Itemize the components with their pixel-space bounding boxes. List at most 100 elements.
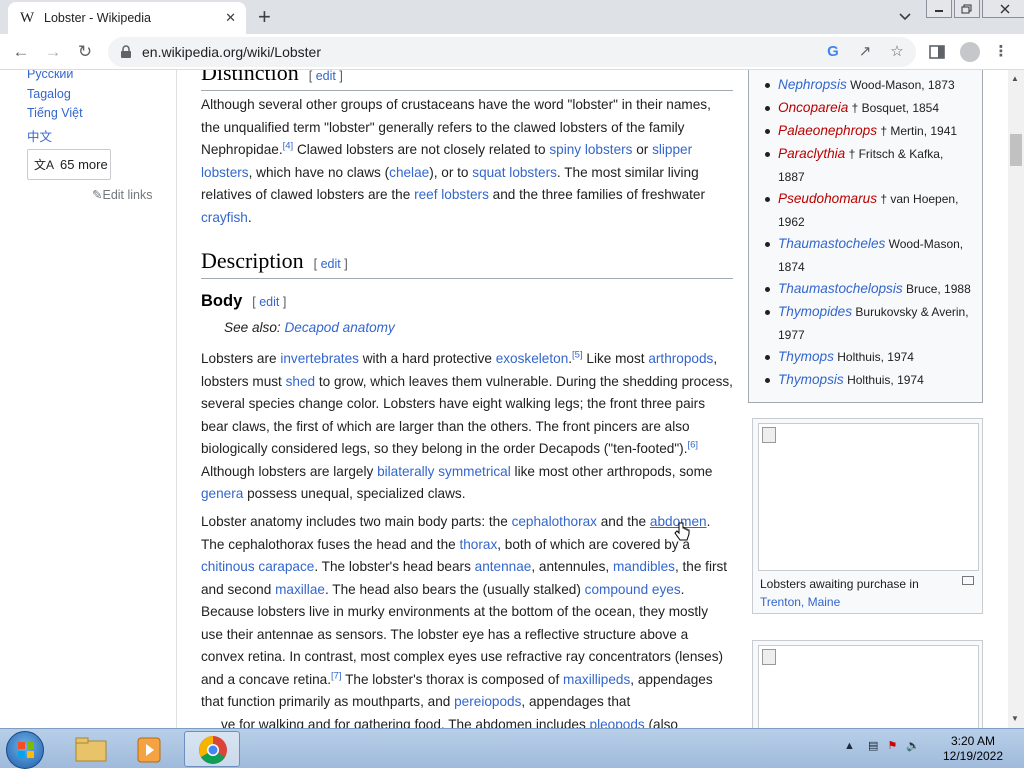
browser-tab[interactable]: W Lobster - Wikipedia ✕ [8, 2, 246, 34]
link-pleopods[interactable]: pleopods [590, 717, 645, 729]
link-decapod-anatomy[interactable]: Decapod anatomy [284, 320, 394, 335]
link-spiny-lobsters[interactable]: spiny lobsters [549, 142, 632, 157]
lang-link-chinese[interactable]: 中文 [27, 126, 52, 145]
link-reef-lobsters[interactable]: reef lobsters [414, 187, 489, 202]
ref-6[interactable]: [6] [687, 439, 698, 450]
show-hidden-icons[interactable]: ▲ [844, 740, 855, 752]
link-cephalothorax[interactable]: cephalothorax [512, 514, 597, 529]
taskbar-media-player[interactable] [122, 731, 178, 767]
menu-kebab-icon[interactable]: ⋮ [992, 43, 1010, 61]
volume-icon[interactable]: 🔈 [906, 740, 920, 752]
clock-date: 12/19/2022 [942, 749, 1004, 763]
minimize-icon [935, 9, 943, 12]
link-genera[interactable]: genera [201, 486, 243, 501]
address-bar[interactable]: en.wikipedia.org/wiki/Lobster G ↗ ☆ [108, 37, 916, 67]
lang-link-russian[interactable]: Русский [27, 70, 73, 81]
start-button[interactable] [6, 731, 44, 769]
ref-4[interactable]: [4] [283, 140, 294, 151]
body-paragraph-1: Lobsters are invertebrates with a hard p… [201, 349, 733, 501]
edit-description-link[interactable]: edit [321, 257, 341, 271]
link-maxillae[interactable]: maxillae [275, 582, 325, 597]
genus-link[interactable]: Thymops [778, 349, 834, 364]
thumbnail-lobsters-purchase: Lobsters awaiting purchase in Trenton, M… [752, 418, 983, 614]
vertical-scrollbar[interactable] [1008, 70, 1024, 728]
genus-item: Thaumastocheles Wood-Mason, 1874 [778, 233, 978, 278]
link-mandibles[interactable]: mandibles [613, 559, 675, 574]
back-arrow-icon[interactable]: ← [12, 43, 30, 61]
reload-icon[interactable]: ↻ [76, 43, 94, 61]
scroll-up-arrow-icon[interactable]: ▲ [1011, 74, 1019, 83]
edit-body-link[interactable]: edit [259, 295, 279, 309]
flag-alert-icon[interactable]: ⚑ [887, 740, 897, 752]
close-window-button[interactable] [982, 0, 1024, 18]
link-exoskeleton[interactable]: exoskeleton [496, 351, 569, 366]
ref-7[interactable]: [7] [331, 670, 342, 681]
minimize-button[interactable] [926, 0, 952, 18]
genus-link[interactable]: Thymopides [778, 304, 852, 319]
genus-link[interactable]: Palaeonephrops [778, 123, 877, 138]
network-icon[interactable]: ▤ [868, 740, 878, 752]
genus-authority: † Fritsch & Kafka, [848, 147, 944, 161]
link-antennae[interactable]: antennae [475, 559, 532, 574]
restore-icon [961, 4, 972, 13]
genus-item: Nephropsis Wood-Mason, 1873 [778, 74, 978, 97]
sidebar-divider [176, 70, 177, 728]
lock-icon[interactable] [120, 45, 132, 59]
taskbar-chrome[interactable] [184, 731, 240, 767]
translate-icon: 文A [34, 158, 55, 172]
link-bilaterally-symmetrical[interactable]: bilaterally symmetrical [377, 464, 511, 479]
wikipedia-favicon-icon: W [20, 9, 35, 26]
link-compound-eyes[interactable]: compound eyes [585, 582, 681, 597]
genus-link[interactable]: Nephropsis [778, 77, 847, 92]
link-chitinous-carapace[interactable]: chitinous carapace [201, 559, 314, 574]
link-pereiopods[interactable]: pereiopods [454, 694, 521, 709]
forward-arrow-icon[interactable]: → [44, 43, 62, 61]
link-invertebrates[interactable]: invertebrates [280, 351, 359, 366]
url-text[interactable]: en.wikipedia.org/wiki/Lobster [142, 44, 321, 60]
ref-5[interactable]: [5] [572, 349, 583, 360]
genus-link[interactable]: Thaumastochelopsis [778, 281, 903, 296]
share-icon[interactable]: ↗ [856, 43, 874, 61]
genus-item: Pseudohomarus † van Hoepen, 1962 [778, 188, 978, 233]
new-tab-button[interactable]: + [258, 4, 271, 30]
link-crayfish[interactable]: crayfish [201, 210, 248, 225]
link-trenton-maine[interactable]: Trenton, Maine [760, 595, 840, 609]
link-chelae[interactable]: chelae [389, 165, 429, 180]
genus-link[interactable]: Pseudohomarus [778, 191, 877, 206]
genus-link[interactable]: Thaumastocheles [778, 236, 885, 251]
taskbar-explorer[interactable] [62, 731, 118, 767]
link-thorax[interactable]: thorax [459, 537, 497, 552]
heading-distinction: Distinction[ edit ] [201, 70, 733, 91]
profile-avatar[interactable] [960, 42, 980, 62]
tab-search-chevron-icon[interactable] [897, 8, 913, 24]
more-languages-button[interactable]: 文A 65 more [27, 149, 111, 180]
edit-links-link[interactable]: ✎Edit links [92, 187, 153, 202]
edit-distinction-link[interactable]: edit [316, 70, 336, 83]
page-viewport: Русский Tagalog Tiếng Việt 中文 文A 65 more… [0, 70, 1008, 728]
genus-authority: † van Hoepen, [880, 192, 959, 206]
genus-link[interactable]: Oncopareia [778, 100, 848, 115]
link-squat-lobsters[interactable]: squat lobsters [472, 165, 557, 180]
genus-item: Thymops Holthuis, 1974 [778, 346, 978, 369]
enlarge-icon[interactable] [962, 576, 974, 585]
lang-link-vietnamese[interactable]: Tiếng Việt [27, 106, 83, 120]
system-clock[interactable]: 3:20 AM 12/19/2022 [928, 734, 1018, 764]
thumbnail-image-2[interactable] [758, 645, 979, 728]
lang-link-tagalog[interactable]: Tagalog [27, 87, 71, 101]
side-panel-icon[interactable] [928, 43, 946, 61]
link-arthropods[interactable]: arthropods [648, 351, 713, 366]
google-lens-icon[interactable]: G [824, 43, 842, 61]
thumbnail-image[interactable] [758, 423, 979, 571]
scrollbar-thumb[interactable] [1010, 134, 1022, 166]
link-maxillipeds[interactable]: maxillipeds [563, 672, 630, 687]
more-languages-label: 65 more [60, 157, 108, 172]
bookmark-star-icon[interactable]: ☆ [888, 43, 906, 61]
link-shed[interactable]: shed [286, 374, 315, 389]
genus-link[interactable]: Thymopsis [778, 372, 844, 387]
genus-link[interactable]: Paraclythia [778, 146, 845, 161]
genus-bullet [765, 83, 770, 88]
genus-bullet [765, 129, 770, 134]
scroll-down-arrow-icon[interactable]: ▼ [1011, 714, 1019, 723]
close-tab-icon[interactable]: ✕ [225, 10, 236, 26]
maximize-button[interactable] [954, 0, 980, 18]
